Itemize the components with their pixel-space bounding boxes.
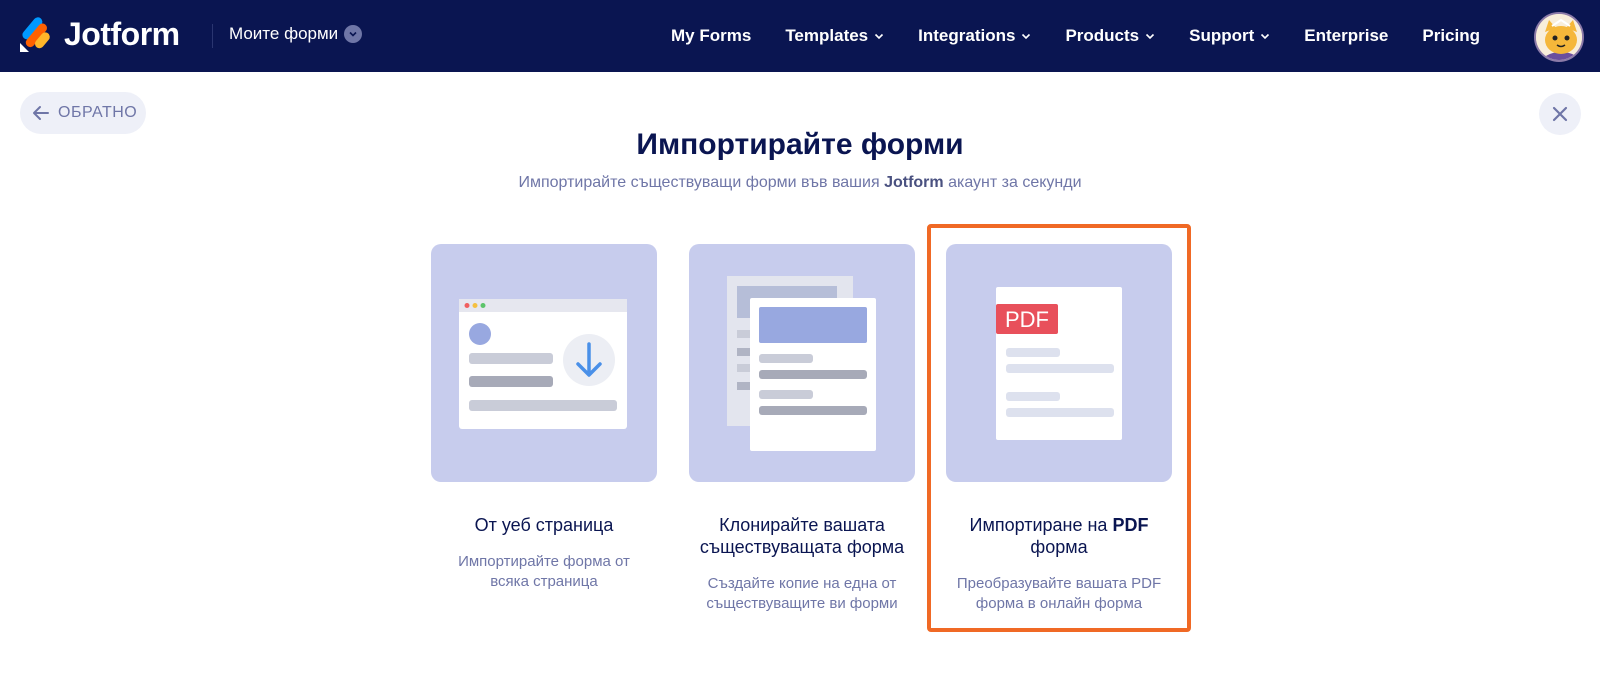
chevron-down-icon (1261, 33, 1270, 40)
nav-enterprise[interactable]: Enterprise (1304, 26, 1388, 46)
pdf-badge-text: PDF (1005, 307, 1049, 332)
card-title: Клонирайте вашата съществуващата форма (699, 515, 905, 557)
nav-support[interactable]: Support (1189, 26, 1270, 46)
nav-integrations[interactable]: Integrations (918, 26, 1031, 46)
card-title-text-end: форма (1030, 537, 1088, 557)
user-avatar[interactable] (1534, 12, 1584, 62)
close-icon (1552, 106, 1568, 122)
clone-illustration (689, 244, 915, 482)
arrow-left-icon (33, 106, 49, 120)
browser-download-icon (459, 299, 627, 429)
card-title-bold: PDF (1112, 515, 1149, 535)
import-from-webpage-card[interactable]: От уеб страница Импортирайте форма от вс… (431, 244, 657, 592)
chevron-down-icon (1022, 33, 1031, 40)
subtitle-brand: Jotform (884, 174, 944, 191)
card-description: Преобразувайте вашата PDF форма в онлайн… (956, 575, 1162, 612)
chevron-down-icon (344, 25, 363, 43)
pdf-illustration: PDF (946, 244, 1172, 482)
card-title-text: Импортиране на (969, 515, 1113, 535)
back-button-label: ОБРАТНО (58, 104, 138, 121)
cat-avatar-icon (1536, 14, 1582, 60)
clone-form-icon (727, 276, 876, 451)
nav-link-label: Enterprise (1304, 26, 1389, 45)
nav-products[interactable]: Products (1065, 26, 1155, 46)
page-title: Импортирайте форми (636, 128, 964, 161)
subtitle-text-end: акаунт за секунди (943, 174, 1082, 191)
nav-pricing[interactable]: Pricing (1422, 26, 1480, 46)
chevron-down-icon (1146, 33, 1155, 40)
card-description: Създайте копие на една от съществуващите… (706, 575, 898, 612)
my-forms-dropdown[interactable]: Моите форми (229, 24, 363, 44)
nav-my-forms[interactable]: My Forms (671, 26, 751, 46)
logo-text: Jotform (64, 16, 180, 52)
card-title: Импортиране на PDF форма (946, 514, 1172, 558)
chevron-down-icon (875, 33, 884, 40)
my-forms-dropdown-label: Моите форми (229, 24, 339, 43)
nav-links: My Forms Templates Integrations Products… (637, 0, 1480, 72)
nav-link-label: My Forms (671, 26, 752, 45)
clone-existing-form-card[interactable]: Клонирайте вашата съществуващата форма С… (689, 244, 915, 614)
pdf-document-icon: PDF (996, 287, 1122, 440)
webpage-illustration (431, 244, 657, 482)
top-navbar: Jotform Моите форми My Forms Templates I… (0, 0, 1600, 72)
nav-link-label: Integrations (918, 26, 1016, 45)
nav-link-label: Pricing (1422, 26, 1480, 45)
jotform-logo-icon (20, 16, 50, 52)
nav-divider (212, 24, 213, 48)
card-description: Импортирайте форма от всяка страница (458, 553, 630, 590)
nav-link-label: Templates (785, 26, 869, 45)
subtitle-text: Импортирайте съществуващи форми във ваши… (518, 174, 885, 191)
page-subtitle: Импортирайте съществуващи форми във ваши… (0, 174, 1600, 192)
jotform-logo[interactable]: Jotform (18, 16, 180, 53)
nav-link-label: Support (1189, 26, 1255, 45)
import-pdf-form-card[interactable]: PDF Импортиране на PDF форма Преобразува… (946, 244, 1172, 614)
card-title: От уеб страница (474, 515, 614, 535)
nav-templates[interactable]: Templates (785, 26, 884, 46)
nav-link-label: Products (1065, 26, 1140, 45)
